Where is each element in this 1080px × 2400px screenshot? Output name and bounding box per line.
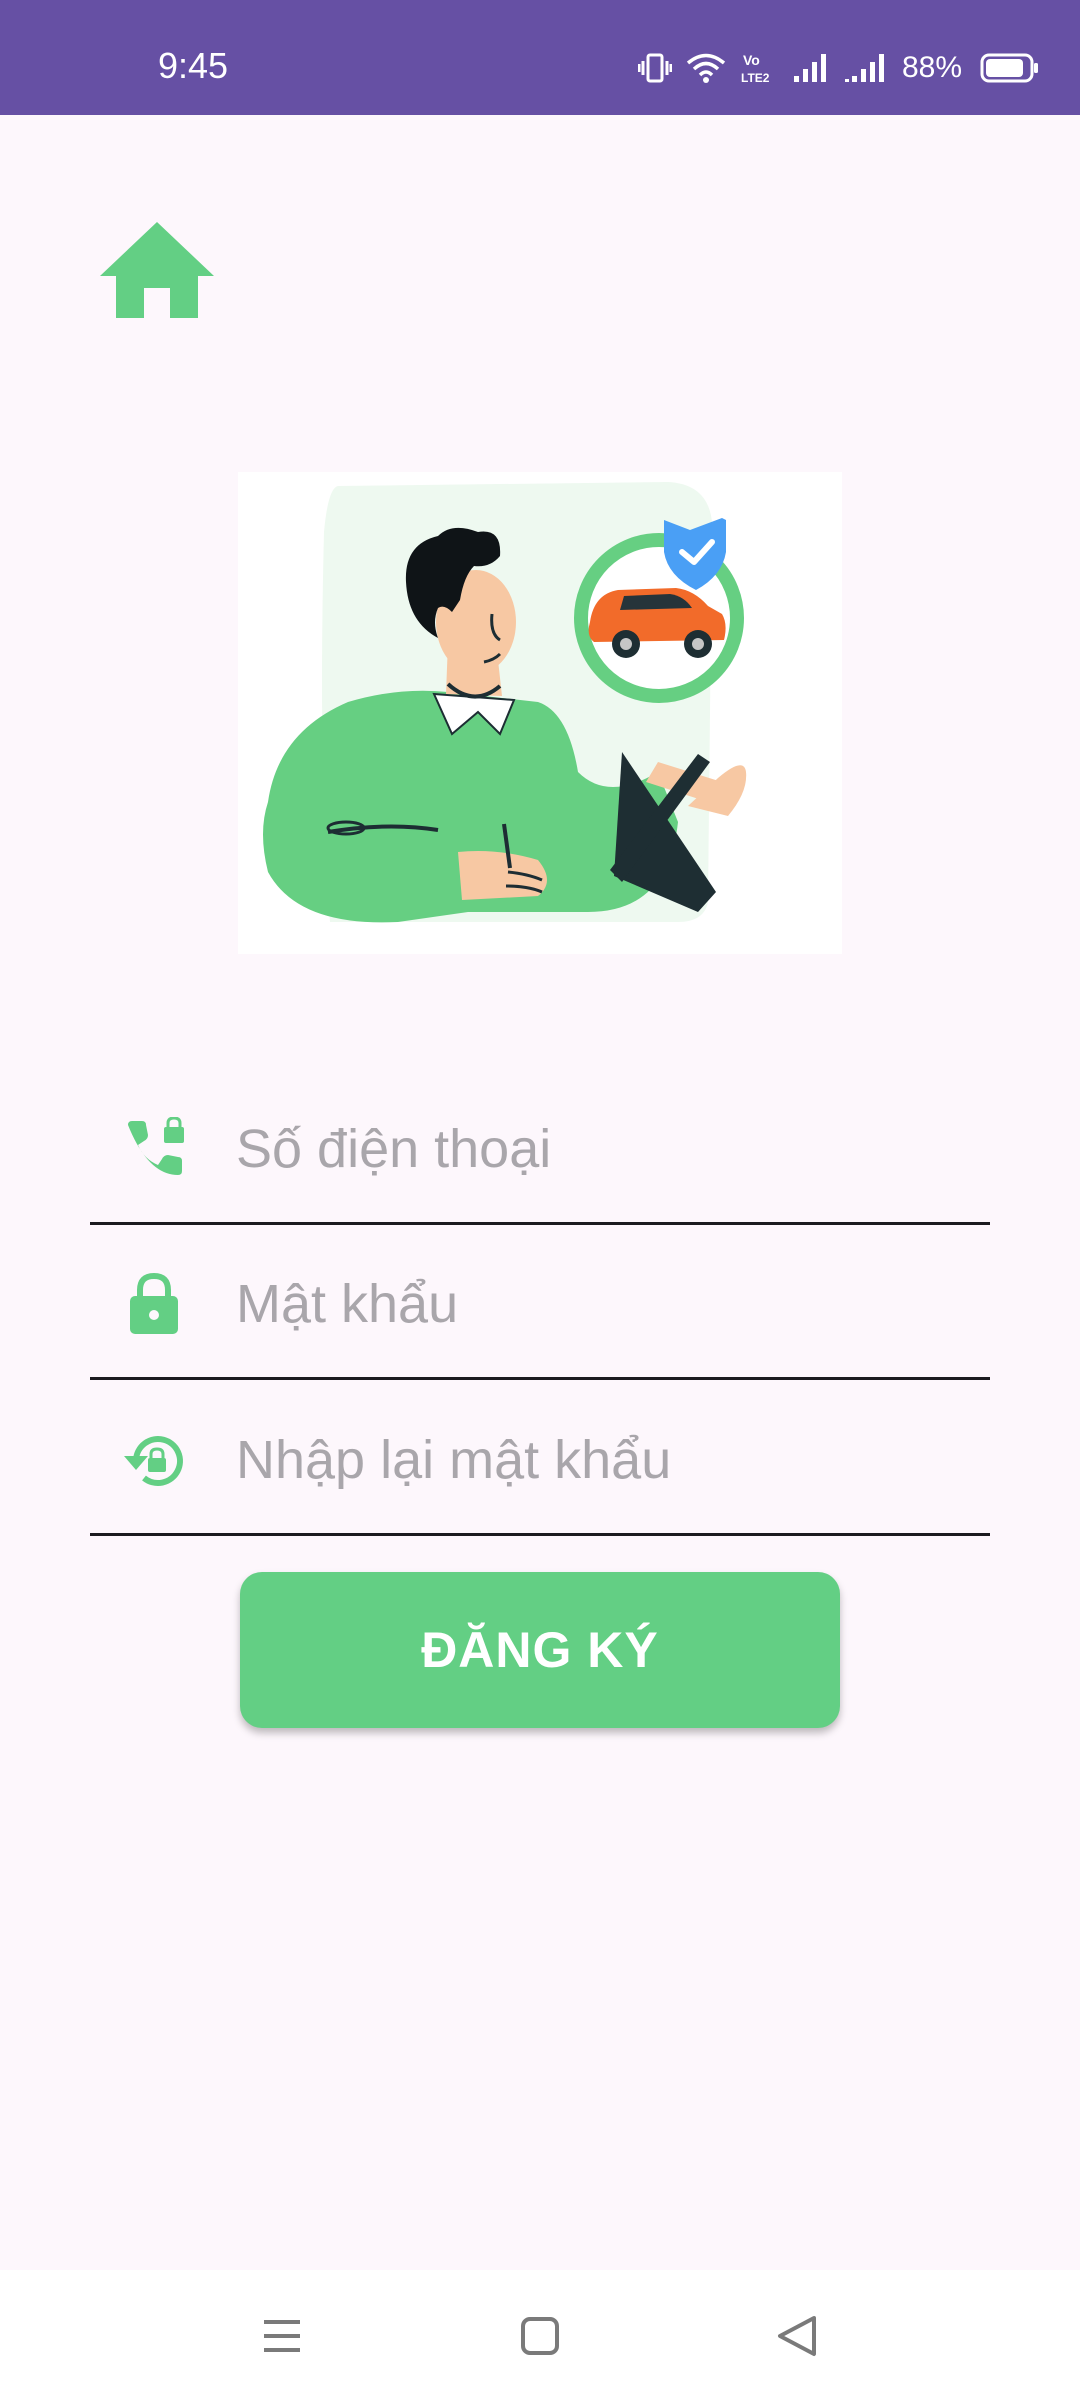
- svg-text:Vo: Vo: [743, 52, 760, 68]
- confirm-password-field-row: [90, 1386, 990, 1536]
- status-icons: Vo LTE2 88%: [637, 48, 1040, 88]
- wifi-icon: [686, 53, 726, 83]
- confirm-password-input[interactable]: [236, 1386, 976, 1533]
- status-bar: 9:45 Vo LTE2 88%: [0, 0, 1080, 115]
- phone-field-row: [90, 1075, 990, 1225]
- battery-icon: [980, 53, 1038, 83]
- battery-percent: 88%: [901, 51, 962, 84]
- menu-icon: [264, 2320, 300, 2352]
- back-triangle-icon: [778, 2316, 816, 2356]
- signal-icon: [844, 54, 884, 82]
- phone-input[interactable]: [236, 1075, 976, 1222]
- lock-icon: [130, 1272, 178, 1334]
- password-input[interactable]: [236, 1230, 976, 1377]
- password-field-row: [90, 1230, 990, 1380]
- phone-lock-icon: [128, 1116, 184, 1175]
- register-button[interactable]: ĐĂNG KÝ: [240, 1572, 840, 1728]
- home-icon: [100, 222, 214, 318]
- register-illustration: [238, 472, 842, 954]
- home-button[interactable]: [98, 218, 216, 322]
- recent-apps-button[interactable]: [252, 2306, 312, 2366]
- volte-icon: Vo LTE2: [741, 52, 770, 85]
- system-nav-bar: [0, 2270, 1080, 2400]
- lock-reset-icon: [124, 1435, 183, 1486]
- home-nav-button[interactable]: [510, 2306, 570, 2366]
- svg-text:LTE2: LTE2: [741, 71, 770, 85]
- driver-illustration: [263, 482, 747, 923]
- signal-icon: [793, 54, 826, 82]
- vibrate-icon: [637, 53, 672, 83]
- back-nav-button[interactable]: [768, 2306, 828, 2366]
- status-time: 9:45: [158, 45, 229, 86]
- home-square-icon: [521, 2317, 559, 2355]
